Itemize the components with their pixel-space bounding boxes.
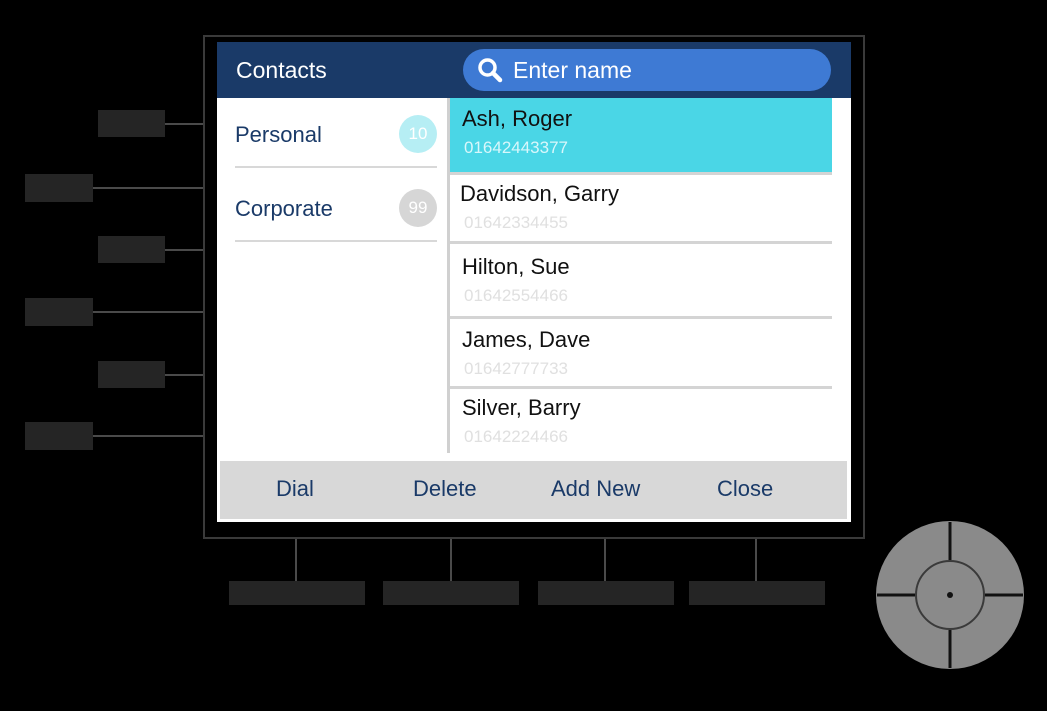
search-input[interactable] [513, 55, 813, 85]
dial-button[interactable]: Dial [276, 476, 314, 502]
line-key-1-connector [165, 123, 203, 125]
contact-row[interactable]: Silver, Barry 01642224466 [450, 389, 832, 453]
contact-name: Ash, Roger [462, 106, 573, 131]
line-key-2-connector [93, 187, 203, 189]
contact-name: Hilton, Sue [462, 254, 570, 279]
contact-number: 01642777733 [464, 359, 569, 378]
add-new-button[interactable]: Add New [551, 476, 640, 502]
contact-row[interactable]: Davidson, Garry 01642334455 [450, 175, 832, 241]
close-button[interactable]: Close [717, 476, 773, 502]
category-personal[interactable]: Personal 10 [235, 98, 437, 168]
hard-softkey-3[interactable] [538, 581, 674, 605]
nav-pad[interactable] [875, 520, 1025, 670]
header-bar: Contacts [217, 42, 851, 98]
line-key-6-connector [93, 435, 203, 437]
line-key-4[interactable] [25, 298, 93, 326]
contact-number: 01642224466 [464, 427, 569, 446]
contact-name: James, Dave [462, 327, 591, 352]
category-label: Corporate [235, 196, 333, 221]
count-badge: 99 [399, 189, 437, 227]
line-key-5[interactable] [98, 361, 165, 388]
count-badge: 10 [399, 115, 437, 153]
category-label: Personal [235, 122, 322, 147]
hard-softkey-2[interactable] [383, 581, 519, 605]
hard-softkey-1[interactable] [229, 581, 365, 605]
search-icon [478, 58, 503, 83]
category-corporate[interactable]: Corporate 99 [235, 172, 437, 242]
line-key-1[interactable] [98, 110, 165, 137]
nav-ok-dot [947, 592, 953, 598]
line-key-6[interactable] [25, 422, 93, 450]
softkey-1-connector [295, 539, 297, 581]
page-title: Contacts [236, 57, 327, 83]
softkey-3-connector [604, 539, 606, 581]
line-key-3-connector [165, 249, 203, 251]
contact-row[interactable]: Hilton, Sue 01642554466 [450, 244, 832, 316]
softkey-bar: Dial Delete Add New Close [220, 461, 847, 519]
softkey-2-connector [450, 539, 452, 581]
contact-row[interactable]: James, Dave 01642777733 [450, 319, 832, 385]
contact-number: 01642443377 [464, 138, 569, 157]
contact-number: 01642554466 [464, 286, 569, 305]
line-key-5-connector [165, 374, 203, 376]
contact-name: Silver, Barry [462, 395, 581, 420]
softkey-4-connector [755, 539, 757, 581]
contact-row[interactable]: Ash, Roger 01642443377 [450, 98, 832, 172]
contact-number: 01642334455 [464, 213, 569, 232]
search-box[interactable] [463, 49, 831, 91]
line-key-3[interactable] [98, 236, 165, 263]
line-key-2[interactable] [25, 174, 93, 202]
line-key-4-connector [93, 311, 203, 313]
phone-screen: Contacts Personal 10 Corporate 99 Ash, R… [217, 42, 851, 522]
hard-softkey-4[interactable] [689, 581, 825, 605]
delete-button[interactable]: Delete [413, 476, 477, 502]
contact-name: Davidson, Garry [460, 181, 619, 206]
